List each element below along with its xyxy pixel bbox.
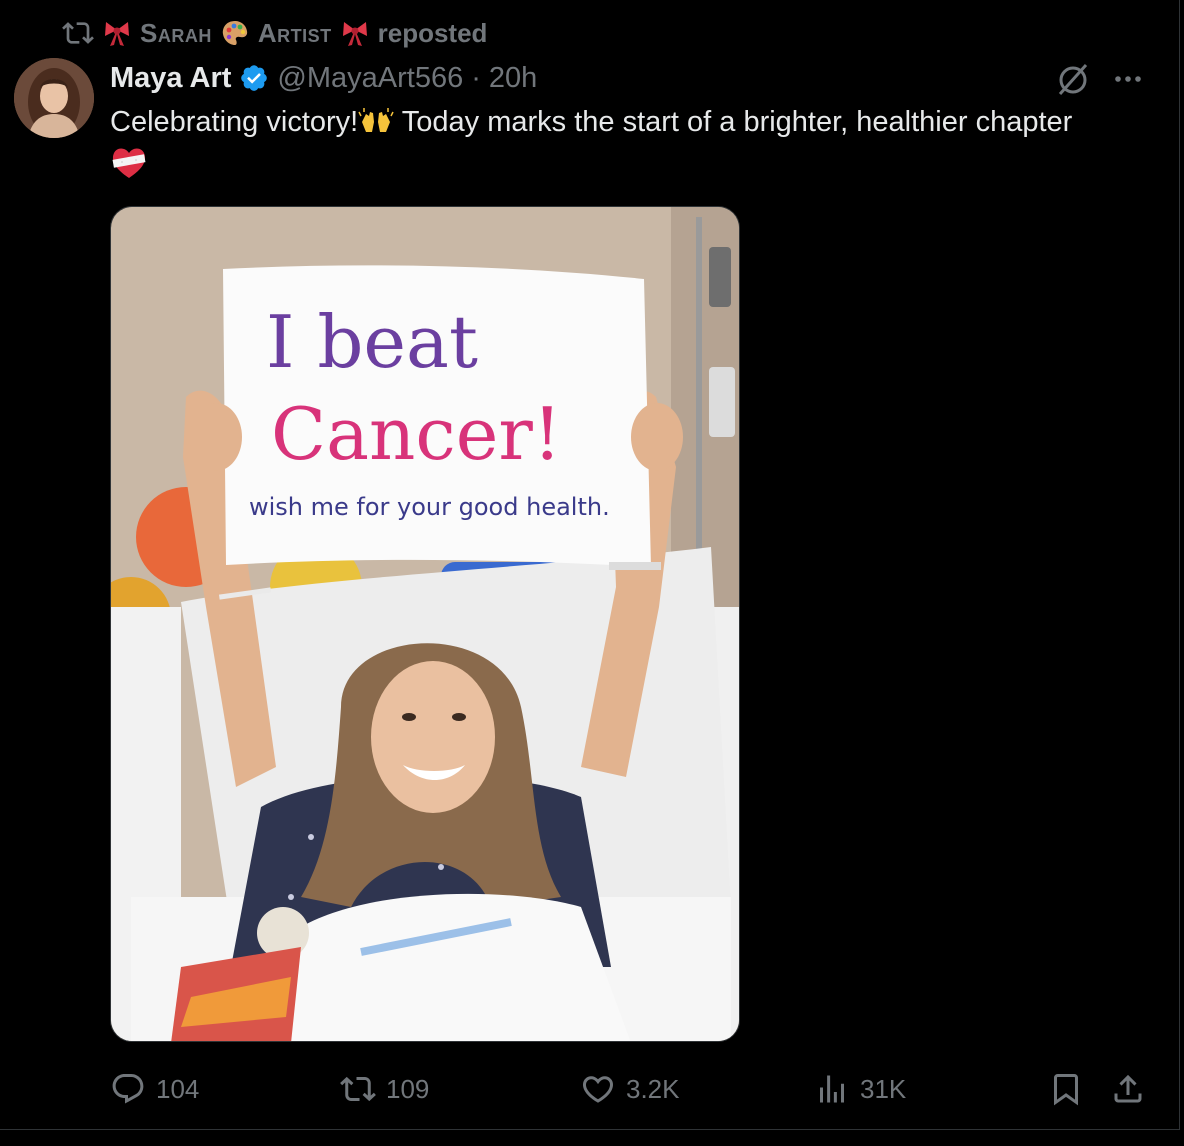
sign-line-1: I beat [266, 300, 478, 384]
separator-dot: · [471, 61, 481, 94]
repost-icon [340, 1076, 376, 1102]
repost-suffix: reposted [377, 17, 488, 48]
sign-line-3: wish me for your good health. [249, 493, 610, 521]
author-handle[interactable]: @MayaArt566 [277, 62, 463, 95]
repost-user-second[interactable]: Artist [258, 18, 332, 49]
avatar[interactable] [14, 58, 94, 138]
mending-heart-emoji [112, 148, 146, 179]
views-icon [820, 1075, 844, 1103]
bookmark-button[interactable] [1048, 1066, 1084, 1112]
repost-count: 109 [386, 1073, 430, 1104]
post-card[interactable]: Sarah Artist reposted Maya Art @MayaArt5… [0, 0, 1180, 1130]
post-text-part1: Celebrating victory! [110, 106, 359, 138]
action-bar: 104 109 3.2K 31K [0, 1066, 1180, 1112]
post-image[interactable]: I beat Cancer! wish me for your good hea… [110, 206, 740, 1042]
views-count: 31K [860, 1073, 907, 1104]
hospital-photo: I beat Cancer! wish me for your good hea… [111, 207, 739, 1041]
repost-indicator: Sarah Artist reposted [62, 16, 487, 50]
bookmark-icon [1054, 1074, 1078, 1106]
repost-button[interactable]: 109 [340, 1066, 429, 1112]
raising-hands-emoji [358, 108, 394, 133]
post-time[interactable]: 20h [489, 62, 537, 95]
reply-button[interactable]: 104 [110, 1066, 199, 1112]
share-button[interactable] [1110, 1066, 1146, 1112]
avatar-image [14, 58, 94, 138]
grok-icon[interactable] [1054, 60, 1092, 98]
reply-icon [112, 1074, 144, 1104]
like-icon [582, 1076, 614, 1103]
more-icon[interactable] [1110, 62, 1146, 96]
verified-badge-icon[interactable] [239, 63, 269, 93]
like-count: 3.2K [626, 1073, 680, 1104]
views-button[interactable]: 31K [814, 1066, 906, 1112]
sign-line-2: Cancer! [271, 392, 562, 476]
bow-emoji [342, 22, 367, 46]
post-header: Maya Art @MayaArt566 · 20h [110, 58, 537, 98]
repost-user-first[interactable]: Sarah [140, 18, 212, 49]
palette-emoji [222, 21, 247, 45]
repost-icon [62, 22, 94, 44]
post-text: Celebrating victory! Today marks the sta… [110, 102, 1160, 182]
author-name[interactable]: Maya Art [110, 62, 231, 95]
share-icon [1114, 1074, 1142, 1103]
post-text-part2: Today marks the start of a brighter, hea… [394, 106, 1073, 138]
bow-emoji [105, 22, 129, 46]
reply-count: 104 [156, 1073, 200, 1104]
like-button[interactable]: 3.2K [580, 1066, 680, 1112]
